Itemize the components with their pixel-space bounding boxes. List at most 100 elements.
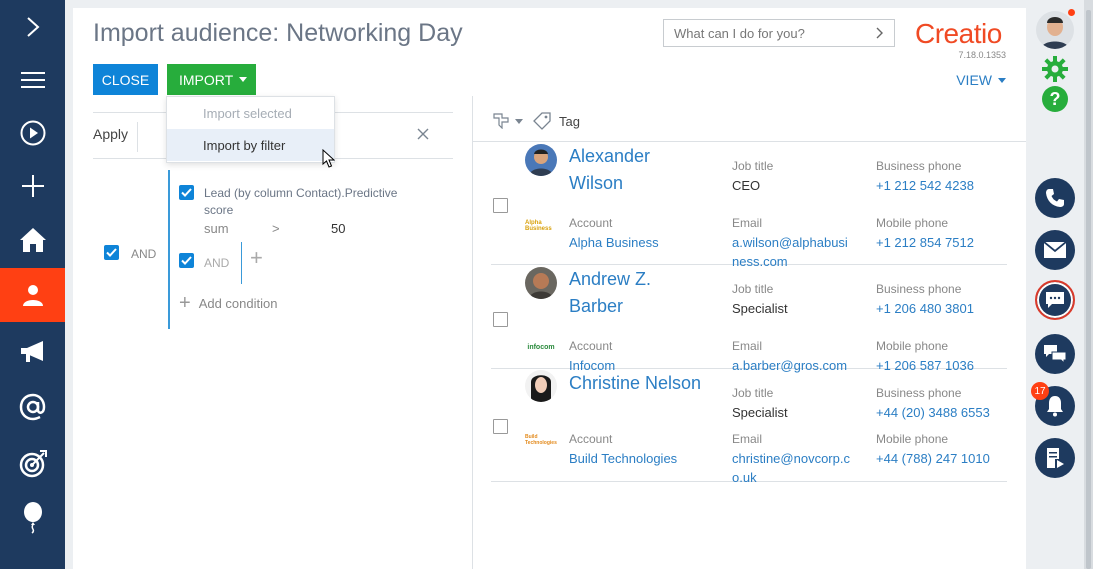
mobile-phone-label: Mobile phone xyxy=(876,339,949,353)
page-title: Import audience: Networking Day xyxy=(93,19,463,47)
contact-select-checkbox[interactable] xyxy=(493,419,508,434)
panel-divider xyxy=(472,96,473,569)
help-button[interactable]: ? xyxy=(1042,86,1068,112)
import-button-label: IMPORT xyxy=(179,71,234,88)
contact-name[interactable]: Alexander Wilson xyxy=(569,143,650,197)
view-button[interactable]: VIEW xyxy=(956,72,1006,88)
contacts-button[interactable] xyxy=(0,268,65,322)
job-title-value: Specialist xyxy=(732,405,788,420)
avatar xyxy=(525,144,557,176)
contact-name[interactable]: Christine Nelson xyxy=(569,370,701,397)
menu-item-import-selected[interactable]: Import selected xyxy=(167,97,334,129)
menu-item-import-by-filter[interactable]: Import by filter xyxy=(167,129,334,161)
scrollbar-thumb[interactable] xyxy=(1086,10,1091,569)
expand-sidebar-button[interactable] xyxy=(0,0,65,54)
account-link[interactable]: Build Technologies xyxy=(569,449,677,468)
target-icon xyxy=(19,450,47,478)
account-logo: Alpha Business xyxy=(525,220,552,232)
tag-filter-icon xyxy=(493,113,509,129)
tag-filter-dropdown[interactable] xyxy=(493,113,523,129)
condition-aggregate[interactable]: sum xyxy=(204,221,229,236)
contact-card: Alexander Wilson Job title CEO Business … xyxy=(491,142,1007,269)
apply-filter-button[interactable]: Apply xyxy=(93,126,128,142)
home-button[interactable] xyxy=(0,213,65,267)
business-phone-link[interactable]: +44 (20) 3488 6553 xyxy=(876,403,990,422)
caret-down-icon xyxy=(239,77,248,82)
main-panel: Import audience: Networking Day Creatio … xyxy=(73,8,1026,569)
job-title-value: Specialist xyxy=(732,301,788,316)
tag-icon xyxy=(533,112,551,130)
import-button[interactable]: IMPORT xyxy=(167,64,256,95)
add-subgroup-condition-button[interactable]: + xyxy=(250,245,263,271)
goals-button[interactable] xyxy=(0,437,65,491)
email-label: Email xyxy=(732,432,763,446)
job-title-label: Job title xyxy=(732,386,774,400)
email-link[interactable]: christine@novcorp.c o.uk xyxy=(732,449,850,487)
feed-button[interactable] xyxy=(1035,334,1075,374)
person-icon xyxy=(22,285,43,306)
records-button[interactable] xyxy=(1035,438,1075,478)
command-line[interactable] xyxy=(663,19,895,47)
divider xyxy=(137,122,138,152)
left-sidebar xyxy=(0,0,65,569)
menu-button[interactable] xyxy=(0,53,65,107)
business-phone-label: Business phone xyxy=(876,159,962,173)
mobile-phone-link[interactable]: +1 212 854 7512 xyxy=(876,233,974,252)
email-label: Email xyxy=(732,339,763,353)
job-title-label: Job title xyxy=(732,282,774,296)
campaigns-button[interactable] xyxy=(0,325,65,379)
business-phone-label: Business phone xyxy=(876,386,962,400)
contact-select-checkbox[interactable] xyxy=(493,198,508,213)
chat-button[interactable] xyxy=(1035,280,1075,320)
business-phone-link[interactable]: +1 212 542 4238 xyxy=(876,176,974,195)
mobile-phone-label: Mobile phone xyxy=(876,216,949,230)
chat-icon xyxy=(1046,292,1064,308)
email-button[interactable] xyxy=(1035,230,1075,270)
contact-name-line: Christine Nelson xyxy=(569,373,702,393)
clear-filter-button[interactable] xyxy=(417,124,429,145)
contact-name-line: Barber xyxy=(569,296,624,316)
events-button[interactable] xyxy=(0,491,65,545)
chevron-right-icon[interactable] xyxy=(876,27,884,39)
process-button[interactable] xyxy=(0,106,65,160)
user-avatar[interactable] xyxy=(1036,11,1074,49)
mouse-cursor-icon xyxy=(322,149,335,168)
play-circle-icon xyxy=(20,120,45,146)
envelope-icon xyxy=(1044,242,1066,258)
email-section-button[interactable] xyxy=(0,380,65,434)
account-logo: infocom xyxy=(527,343,555,351)
close-button[interactable]: CLOSE xyxy=(93,64,158,95)
job-title-value: CEO xyxy=(732,178,761,193)
online-status-dot xyxy=(1068,9,1075,16)
contact-name[interactable]: Andrew Z. Barber xyxy=(569,266,651,320)
subgroup-operator[interactable]: AND xyxy=(204,256,229,270)
version-label: 7.18.0.1353 xyxy=(958,50,1006,60)
condition-value[interactable]: 50 xyxy=(331,221,345,236)
search-input[interactable] xyxy=(674,25,876,41)
business-phone-link[interactable]: +1 206 480 3801 xyxy=(876,299,974,318)
root-group-operator[interactable]: AND xyxy=(131,247,156,261)
add-new-button[interactable] xyxy=(0,159,65,213)
condition-checkbox[interactable] xyxy=(179,185,194,200)
conversation-icon xyxy=(1044,345,1067,364)
chevron-right-icon xyxy=(26,17,39,37)
home-icon xyxy=(19,228,46,252)
mobile-phone-link[interactable]: +44 (788) 247 1010 xyxy=(876,449,990,468)
bell-icon xyxy=(1047,396,1063,417)
account-link[interactable]: Alpha Business xyxy=(569,233,659,252)
settings-button[interactable] xyxy=(1042,56,1068,87)
condition-column[interactable]: Lead (by column Contact).Predictive scor… xyxy=(204,185,419,219)
condition-operator[interactable]: > xyxy=(272,221,280,236)
subgroup-checkbox[interactable] xyxy=(179,253,194,268)
view-button-label: VIEW xyxy=(956,72,992,88)
account-label: Account xyxy=(569,339,613,353)
root-group-checkbox[interactable] xyxy=(104,245,119,260)
phone-icon xyxy=(1046,189,1064,207)
filter-group-line xyxy=(168,170,170,329)
add-condition-button[interactable]: + Add condition xyxy=(179,292,277,315)
job-title-label: Job title xyxy=(732,159,774,173)
contact-select-checkbox[interactable] xyxy=(493,312,508,327)
phone-button[interactable] xyxy=(1035,178,1075,218)
tag-button[interactable]: Tag xyxy=(533,112,580,130)
megaphone-icon xyxy=(20,341,43,362)
